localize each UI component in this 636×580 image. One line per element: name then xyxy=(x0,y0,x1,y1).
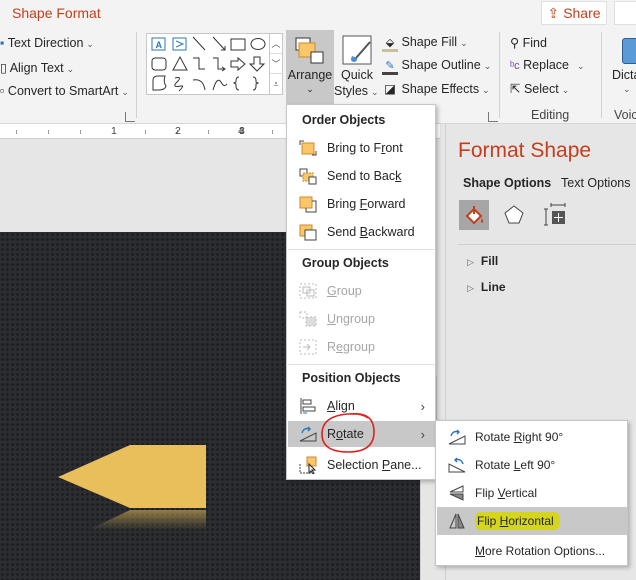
pentagon-icon xyxy=(504,205,524,224)
shape-reflection xyxy=(88,510,206,530)
shape-fill-button[interactable]: ⬙ Shape Fill ⌄ xyxy=(382,35,468,52)
quick-styles-icon xyxy=(342,35,372,65)
ungroup-icon xyxy=(298,310,318,328)
paint-bucket-icon xyxy=(465,206,483,225)
rotate-left-item[interactable]: Rotate Left 90° xyxy=(437,451,627,479)
size-position-icon xyxy=(544,203,566,226)
pane-title: Format Shape xyxy=(458,139,592,162)
bring-to-front-item[interactable]: Bring to Front xyxy=(288,135,435,161)
ruler-mark-4: 4 xyxy=(238,125,244,137)
text-direction-button[interactable]: ▪ Text Direction ⌄ xyxy=(0,36,94,50)
shapes-gallery-icons: A xyxy=(151,36,266,92)
rotate-submenu: Rotate Right 90° Rotate Left 90° Flip Ve… xyxy=(435,420,628,566)
position-objects-header: Position Objects xyxy=(302,371,401,385)
pentagon-arrow-shape xyxy=(58,445,206,508)
size-properties-tab[interactable] xyxy=(543,203,569,230)
flip-horizontal-highlight: Flip Horizontal xyxy=(475,512,560,530)
bring-forward-item[interactable]: Bring Forward xyxy=(288,191,435,217)
pen-icon: ✎ xyxy=(382,59,398,75)
quick-styles-label-2: Styles xyxy=(334,84,369,98)
replace-button[interactable]: ᵇc Replace ⌄ xyxy=(510,58,585,72)
voice-group-label: Voic xyxy=(614,108,636,122)
regroup-icon xyxy=(298,338,318,356)
text-direction-icon: ▪ xyxy=(0,36,5,50)
gallery-more-icon[interactable]: ⩡ xyxy=(270,74,282,94)
search-icon: ⚲ xyxy=(510,36,520,50)
arrange-label: Arrange xyxy=(287,68,333,82)
send-backward-icon xyxy=(298,223,318,241)
shape-outline-button[interactable]: ✎ Shape Outline ⌄ xyxy=(382,58,491,75)
text-group-launcher-icon[interactable] xyxy=(125,112,135,122)
fill-line-tab[interactable] xyxy=(459,200,489,230)
tab-shape-format[interactable]: Shape Format xyxy=(12,5,101,21)
share-button[interactable]: ⇪ Share xyxy=(541,1,607,25)
annotation-circle xyxy=(321,413,375,453)
svg-text:A: A xyxy=(156,40,163,50)
align-text-button[interactable]: ▯ Align Text ⌄ xyxy=(0,60,74,75)
flip-horizontal-icon xyxy=(447,512,467,530)
flip-vertical-icon xyxy=(447,484,467,502)
group-objects-header: Group Objects xyxy=(302,256,389,270)
send-backward-item[interactable]: Send Backward xyxy=(288,219,435,245)
send-to-back-icon xyxy=(298,167,318,185)
align-text-icon: ▯ xyxy=(0,61,7,75)
microphone-icon xyxy=(622,38,636,64)
regroup-item[interactable]: Regroup xyxy=(288,334,435,360)
quick-styles-button[interactable]: Quick Styles ⌄ xyxy=(334,34,379,100)
arrange-chevron-icon: ⌄ xyxy=(306,84,314,94)
gallery-scroll[interactable]: ︿ ﹀ ⩡ xyxy=(269,33,283,95)
rotate-left-icon xyxy=(447,456,467,474)
effects-tab[interactable] xyxy=(502,203,526,230)
selection-pane-icon xyxy=(298,456,318,474)
quick-styles-label: Quick xyxy=(341,68,373,82)
arrange-button[interactable]: Arrange ⌄ xyxy=(286,30,334,104)
replace-icon: ᵇc xyxy=(510,60,520,72)
rotate-right-item[interactable]: Rotate Right 90° xyxy=(437,423,627,451)
group-divider xyxy=(136,32,137,118)
group-divider xyxy=(601,32,602,118)
gallery-down-icon[interactable]: ﹀ xyxy=(270,54,282,74)
smartart-icon: ▫ xyxy=(0,84,5,98)
shape-effects-icon: ◪ xyxy=(384,82,396,96)
group-icon xyxy=(298,282,318,300)
ungroup-item[interactable]: Ungroup xyxy=(288,306,435,332)
menu-separator xyxy=(288,249,435,250)
comments-button[interactable] xyxy=(614,1,636,25)
flip-horizontal-item[interactable]: Flip Horizontal xyxy=(437,507,627,535)
convert-smartart-button[interactable]: ▫ Convert to SmartArt ⌄ xyxy=(0,84,129,98)
bring-to-front-icon xyxy=(298,139,318,157)
submenu-chevron-icon: › xyxy=(420,398,425,414)
pane-divider xyxy=(458,244,636,245)
group-divider xyxy=(499,32,500,118)
fill-section[interactable]: ▷ Fill xyxy=(467,254,498,268)
group-item[interactable]: Group xyxy=(288,278,435,304)
order-objects-header: Order Objects xyxy=(302,113,386,127)
expand-triangle-icon: ▷ xyxy=(467,257,474,267)
arrange-icon xyxy=(295,37,324,64)
expand-triangle-icon: ▷ xyxy=(467,283,474,293)
drawing-group-launcher-icon[interactable] xyxy=(488,112,498,122)
share-label: Share xyxy=(563,5,601,21)
tab-text-options[interactable]: Text Options xyxy=(561,176,630,190)
dictate-button[interactable]: Dicta ⌄ xyxy=(612,32,636,112)
shapes-gallery[interactable]: A xyxy=(146,33,270,95)
select-button[interactable]: ⇱ Select ⌄ xyxy=(510,81,569,96)
more-rotation-options-item[interactable]: More Rotation Options... xyxy=(437,537,627,565)
line-section[interactable]: ▷ Line xyxy=(467,280,506,294)
find-button[interactable]: ⚲ Find xyxy=(510,35,547,50)
flip-vertical-item[interactable]: Flip Vertical xyxy=(437,479,627,507)
send-to-back-item[interactable]: Send to Back xyxy=(288,163,435,189)
menu-separator xyxy=(288,364,435,365)
shape-effects-button[interactable]: ◪ Shape Effects ⌄ xyxy=(382,81,490,96)
editing-group-label: Editing xyxy=(531,108,570,122)
share-icon: ⇪ xyxy=(547,4,560,21)
paint-bucket-icon: ⬙ xyxy=(382,36,398,52)
submenu-chevron-icon: › xyxy=(420,426,425,442)
tab-shape-options[interactable]: Shape Options xyxy=(463,176,551,190)
bring-forward-icon xyxy=(298,195,318,213)
gallery-up-icon[interactable]: ︿ xyxy=(270,34,282,54)
cursor-icon: ⇱ xyxy=(510,82,521,96)
rotate-right-icon xyxy=(447,428,467,446)
